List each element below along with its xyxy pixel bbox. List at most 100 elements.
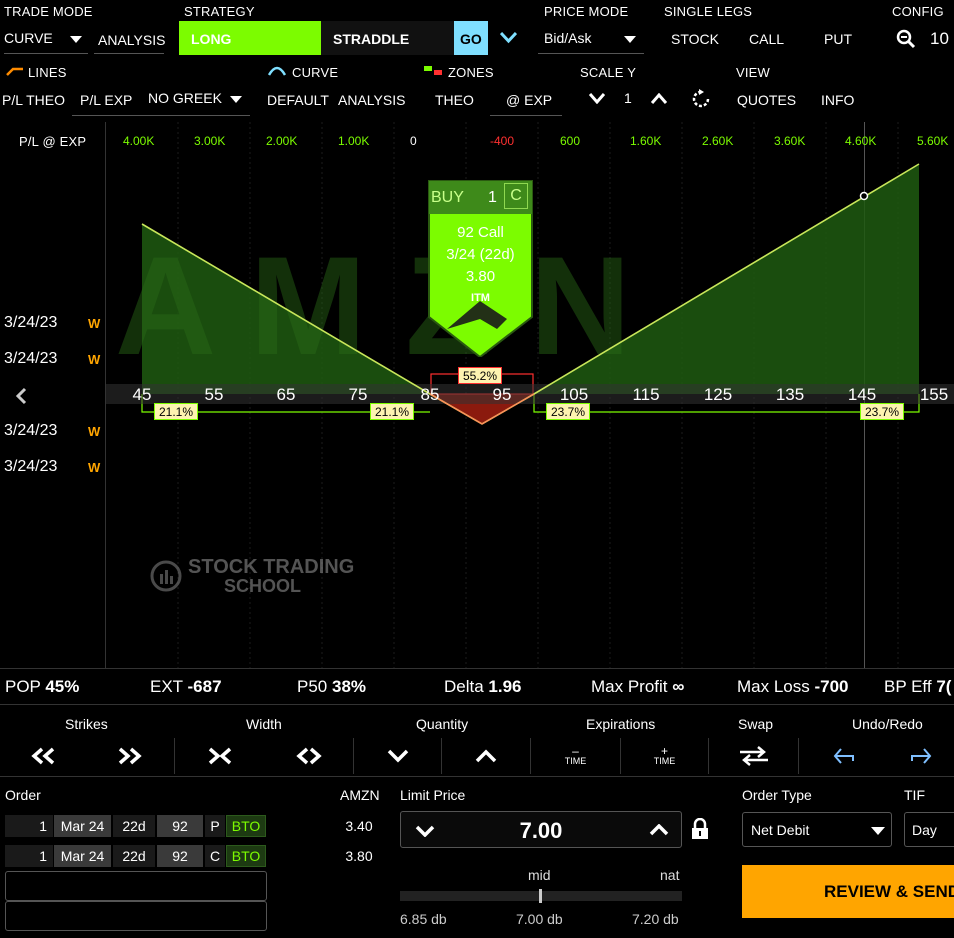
stock-button[interactable]: STOCK bbox=[671, 31, 719, 47]
theo-tab[interactable]: THEO bbox=[435, 92, 474, 108]
redo-button[interactable] bbox=[888, 738, 954, 774]
limit-price-field[interactable]: 7.00 bbox=[400, 811, 682, 848]
max-loss-value: -700 bbox=[814, 677, 849, 696]
straddle-button[interactable]: STRADDLE bbox=[321, 21, 454, 55]
zoom-value: 10 bbox=[930, 29, 949, 48]
strikes-up-button[interactable] bbox=[86, 738, 175, 774]
width-widen-button[interactable] bbox=[265, 738, 354, 774]
price-slider-track[interactable] bbox=[400, 889, 682, 903]
leg-expiration[interactable]: Mar 24 bbox=[54, 815, 111, 837]
leg-type[interactable]: P bbox=[205, 815, 225, 837]
undo-redo-label: Undo/Redo bbox=[852, 716, 923, 732]
leg-days[interactable]: 22d bbox=[113, 845, 155, 867]
probability-badge: 55.2% bbox=[458, 367, 503, 384]
default-tab[interactable]: DEFAULT bbox=[267, 92, 329, 108]
order-leg-row[interactable]: 1 Mar 24 22d 92 P BTO 3.40 bbox=[5, 815, 383, 837]
info-tab[interactable]: INFO bbox=[821, 92, 854, 108]
chevron-up-icon[interactable] bbox=[649, 824, 669, 836]
at-exp-tab[interactable]: @ EXP bbox=[490, 84, 562, 116]
greek-select[interactable]: NO GREEK bbox=[140, 84, 250, 116]
long-button[interactable]: LONG bbox=[179, 21, 321, 55]
order-type-select[interactable]: Net Debit bbox=[742, 812, 892, 847]
strikes-down-button[interactable] bbox=[0, 738, 86, 774]
leg-quantity[interactable]: 1 bbox=[5, 815, 53, 837]
put-button[interactable]: PUT bbox=[824, 31, 852, 47]
leg-strike[interactable]: 92 bbox=[157, 815, 203, 837]
leg-quantity[interactable]: 1 bbox=[5, 845, 53, 867]
strike-label[interactable]: 75 bbox=[338, 385, 378, 405]
pl-theo-tab[interactable]: P/L THEO bbox=[2, 92, 65, 108]
max-profit-value: ∞ bbox=[672, 677, 685, 696]
price-mode-select[interactable]: Bid/Ask bbox=[538, 24, 644, 54]
strike-label[interactable]: 85 bbox=[410, 385, 450, 405]
strike-label[interactable]: 65 bbox=[266, 385, 306, 405]
strike-label[interactable]: 45 bbox=[122, 385, 162, 405]
analysis-tab[interactable]: ANALYSIS bbox=[94, 24, 165, 54]
chevron-left-icon[interactable] bbox=[14, 387, 28, 405]
leg-strike[interactable]: 92 bbox=[157, 845, 203, 867]
expiration-row[interactable]: 3/24/23 W bbox=[4, 458, 100, 476]
time-plus-button[interactable]: + TIME bbox=[621, 738, 709, 774]
buy-call-popup[interactable]: BUY 1 C 92 Call 3/24 (22d) 3.80 ITM bbox=[427, 179, 534, 357]
pl-exp-tab[interactable]: P/L EXP bbox=[72, 84, 140, 116]
expiration-row[interactable]: 3/24/23 W bbox=[4, 350, 100, 368]
cursor-point[interactable] bbox=[859, 191, 869, 201]
leg-expiration[interactable]: Mar 24 bbox=[54, 845, 111, 867]
pl-axis-value: 600 bbox=[560, 134, 580, 148]
leg-type[interactable]: C bbox=[205, 845, 225, 867]
strike-label[interactable]: 135 bbox=[770, 385, 810, 405]
trade-mode-select[interactable]: CURVE bbox=[4, 24, 88, 54]
order-leg-slot[interactable] bbox=[5, 871, 267, 901]
quantity-up-button[interactable] bbox=[442, 738, 531, 774]
quantity-label: Quantity bbox=[416, 716, 469, 732]
chevron-down-icon[interactable] bbox=[589, 93, 605, 104]
strike-label[interactable]: 155 bbox=[914, 385, 954, 405]
weekly-badge: W bbox=[88, 460, 101, 475]
price-mode-label: PRICE MODE bbox=[544, 4, 629, 19]
expiration-date: 3/24/23 bbox=[4, 422, 58, 439]
quantity-down-button[interactable] bbox=[354, 738, 442, 774]
leg-action[interactable]: BTO bbox=[226, 845, 266, 867]
strike-label[interactable]: 145 bbox=[842, 385, 882, 405]
order-label: Order bbox=[5, 787, 41, 803]
popup-type-box[interactable]: C bbox=[504, 183, 528, 209]
chevron-down-icon bbox=[230, 96, 242, 103]
expiration-row[interactable]: 3/24/23 W bbox=[4, 314, 100, 332]
review-send-button[interactable]: REVIEW & SEND bbox=[742, 865, 954, 918]
logo-icon bbox=[150, 560, 182, 592]
zoom-icon[interactable] bbox=[896, 29, 916, 49]
scale-y-value: 1 bbox=[624, 90, 632, 106]
strike-label[interactable]: 125 bbox=[698, 385, 738, 405]
refresh-icon[interactable] bbox=[690, 88, 712, 110]
strike-label[interactable]: 115 bbox=[626, 385, 666, 405]
chevron-down-icon[interactable] bbox=[500, 32, 517, 44]
expirations-label: Expirations bbox=[586, 716, 656, 732]
strike-label[interactable]: 55 bbox=[194, 385, 234, 405]
pl-axis-unit: K bbox=[146, 134, 155, 148]
price-slider-handle[interactable] bbox=[539, 889, 542, 903]
swap-button[interactable] bbox=[709, 738, 799, 774]
tif-select[interactable]: Day bbox=[904, 812, 954, 847]
config-label: CONFIG bbox=[892, 4, 944, 19]
order-leg-row[interactable]: 1 Mar 24 22d 92 C BTO 3.80 bbox=[5, 845, 383, 867]
expiration-row[interactable]: 3/24/23 W bbox=[4, 422, 100, 440]
analysis-view-tab[interactable]: ANALYSIS bbox=[338, 92, 405, 108]
chart-area[interactable]: A M Z N P/L @ EXP 4.00K 3.00K 2.00K 1.00K 0-… bbox=[0, 122, 954, 668]
max-profit-stat: Max Profit ∞ bbox=[591, 677, 684, 697]
width-narrow-button[interactable] bbox=[175, 738, 265, 774]
time-minus-button[interactable]: – TIME bbox=[531, 738, 621, 774]
leg-action[interactable]: BTO bbox=[226, 815, 266, 837]
quotes-tab[interactable]: QUOTES bbox=[737, 92, 796, 108]
go-button[interactable]: GO bbox=[454, 21, 488, 55]
leg-days[interactable]: 22d bbox=[113, 815, 155, 837]
chevron-up-icon[interactable] bbox=[651, 93, 667, 104]
lines-icon bbox=[6, 67, 23, 76]
lock-icon[interactable] bbox=[691, 818, 709, 840]
pl-axis-number: 3.60 bbox=[774, 134, 798, 148]
stock-trading-school-logo: STOCK TRADING SCHOOL bbox=[150, 554, 360, 598]
strike-label[interactable]: 105 bbox=[554, 385, 594, 405]
undo-button[interactable] bbox=[799, 738, 888, 774]
call-button[interactable]: CALL bbox=[749, 31, 784, 47]
strike-label[interactable]: 95 bbox=[482, 385, 522, 405]
order-leg-slot[interactable] bbox=[5, 901, 267, 931]
